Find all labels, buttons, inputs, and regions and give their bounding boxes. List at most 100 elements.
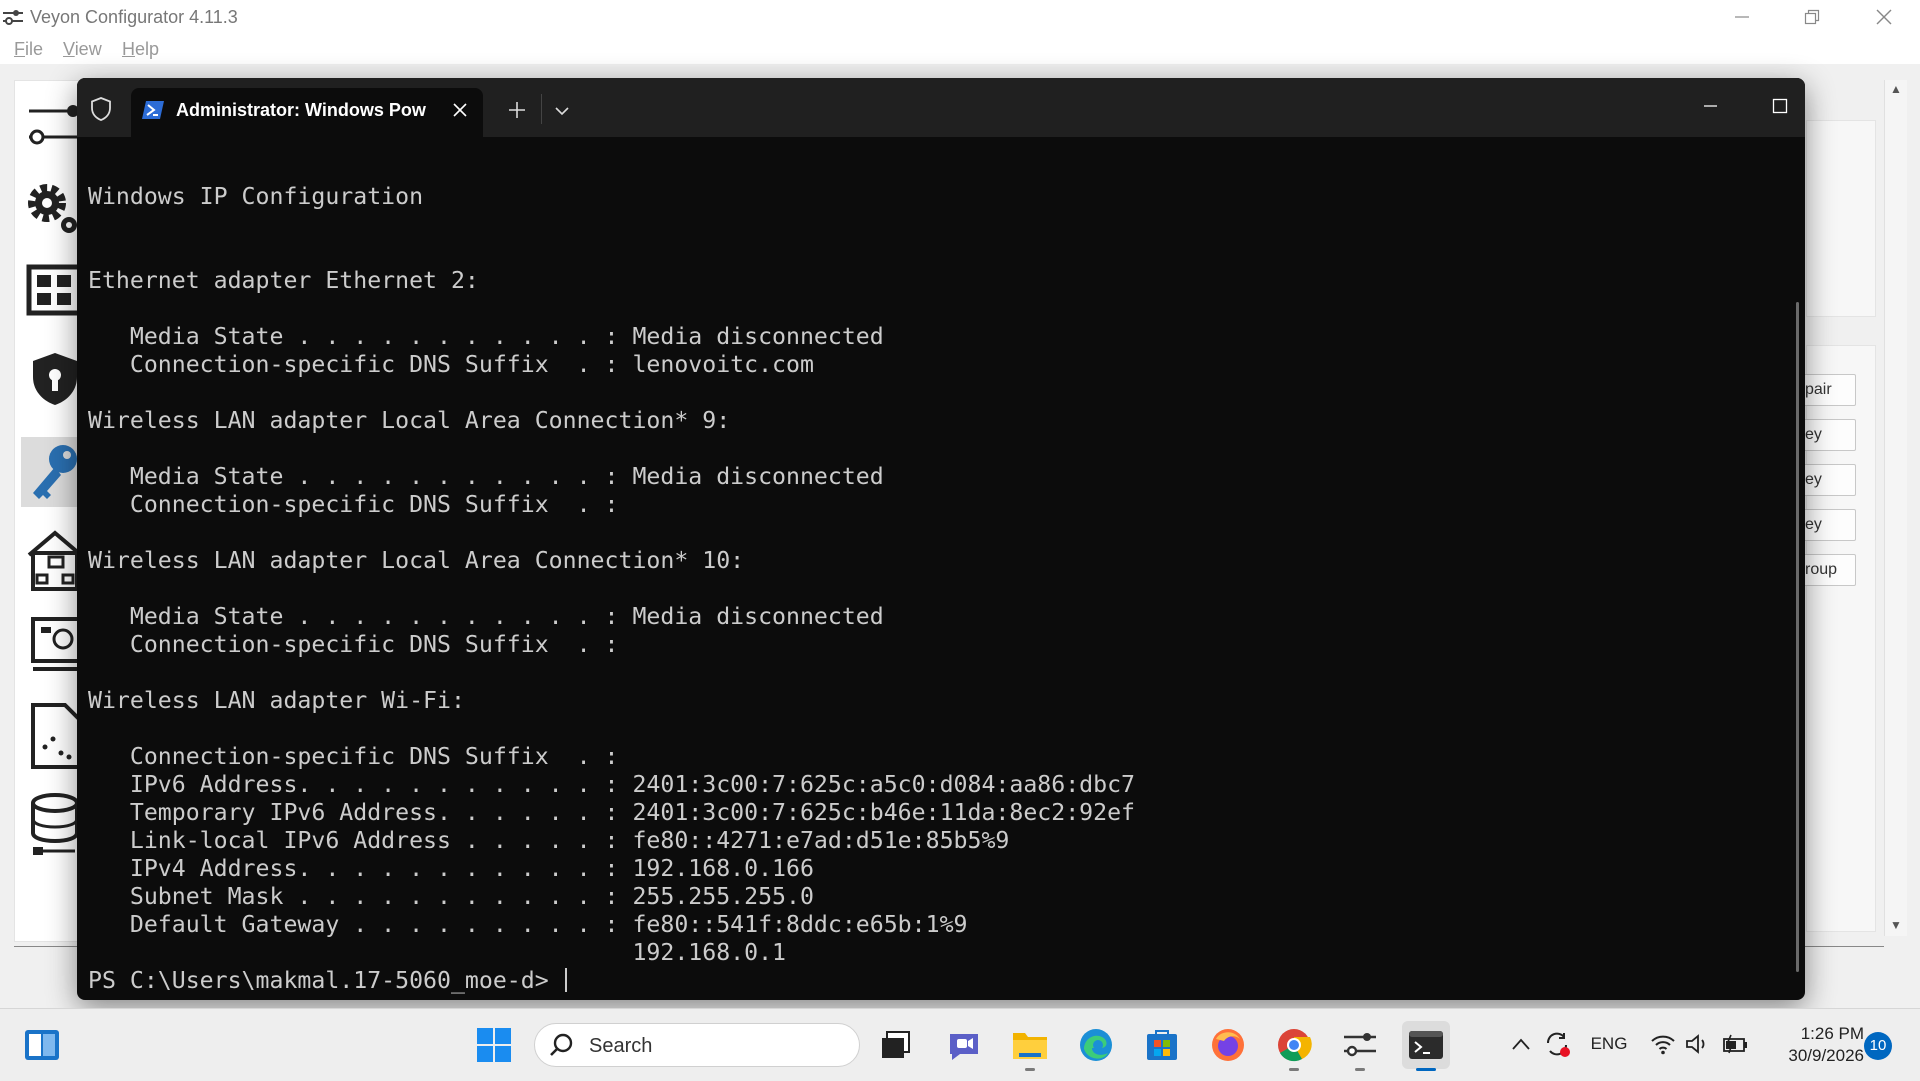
- shield-lock-icon: [33, 353, 77, 405]
- database-icon: [31, 793, 79, 855]
- terminal-line: Default Gateway . . . . . . . . . : fe80…: [88, 911, 968, 938]
- running-indicator: [1025, 1068, 1035, 1071]
- clock-date: 30/9/2026: [1788, 1046, 1864, 1065]
- ipconfig-output: Windows IP Configuration Ethernet adapte…: [88, 137, 1789, 995]
- menu-view[interactable]: View: [63, 39, 102, 60]
- sidebar-item-access-control[interactable]: [25, 349, 85, 419]
- wifi-icon: [1651, 1035, 1675, 1055]
- clock-time: 1:26 PM: [1800, 1024, 1864, 1043]
- input-language[interactable]: ENG: [1584, 1029, 1634, 1059]
- speaker-icon: [1686, 1034, 1705, 1054]
- terminal-window: Administrator: Windows PowerShell Window…: [77, 78, 1805, 1000]
- terminal-line: Connection-specific DNS Suffix . : lenov…: [88, 351, 814, 378]
- task-view-icon: [882, 1031, 910, 1058]
- search-placeholder: Search: [589, 1035, 653, 1057]
- document-chart-icon: [31, 703, 81, 769]
- veyon-content-panel: [1806, 120, 1876, 317]
- terminal-scrollbar[interactable]: [1796, 302, 1799, 972]
- file-explorer-button[interactable]: [1006, 1021, 1054, 1071]
- folder-icon: [1013, 1033, 1047, 1059]
- veyon-sidebar: [14, 80, 91, 942]
- veyon-minimize-button[interactable]: [1720, 4, 1764, 30]
- chrome-button[interactable]: [1270, 1021, 1318, 1071]
- tab-dropdown-button[interactable]: [547, 96, 577, 126]
- terminal-line: Connection-specific DNS Suffix . :: [88, 631, 619, 658]
- terminal-minimize-button[interactable]: [1686, 90, 1734, 122]
- veyon-taskbar-button[interactable]: [1336, 1021, 1384, 1071]
- veyon-menu-bar: File View Help: [0, 34, 1920, 64]
- volume-status[interactable]: [1682, 1029, 1712, 1059]
- teams-chat-button[interactable]: [940, 1021, 988, 1069]
- edge-browser-button[interactable]: [1072, 1021, 1120, 1069]
- key-icon: [33, 445, 77, 499]
- gear-icon: [28, 184, 77, 233]
- restore-icon: [1804, 9, 1820, 25]
- close-icon: [1876, 9, 1892, 25]
- tab-close-button[interactable]: [447, 97, 473, 123]
- terminal-output[interactable]: Windows IP Configuration Ethernet adapte…: [88, 137, 1789, 1000]
- terminal-line: IPv4 Address. . . . . . . . . . . : 192.…: [88, 855, 814, 882]
- terminal-tab[interactable]: Administrator: Windows PowerShell: [131, 88, 483, 137]
- sidebar-item-screenshots[interactable]: [25, 615, 85, 685]
- sliders-icon: [1344, 1033, 1376, 1057]
- admin-shield-icon: [91, 97, 111, 121]
- sidebar-item-general[interactable]: [25, 95, 85, 165]
- running-indicator: [1355, 1068, 1365, 1071]
- microsoft-store-button[interactable]: [1138, 1021, 1186, 1069]
- firefox-button[interactable]: [1204, 1021, 1252, 1069]
- veyon-scrollbar[interactable]: ▲ ▼: [1884, 80, 1907, 936]
- veyon-window-title: Veyon Configurator 4.11.3: [30, 7, 238, 27]
- sidebar-item-demo-server[interactable]: [25, 701, 85, 771]
- terminal-line: Media State . . . . . . . . . . . : Medi…: [88, 463, 884, 490]
- sidebar-item-computer[interactable]: [25, 173, 85, 243]
- sync-error-icon: [1546, 1032, 1570, 1057]
- notification-badge[interactable]: 10: [1864, 1032, 1892, 1060]
- widgets-button[interactable]: [18, 1021, 66, 1069]
- new-tab-button[interactable]: [502, 95, 532, 125]
- veyon-app-icon: [3, 10, 23, 25]
- chevron-up-icon: [1512, 1038, 1530, 1050]
- maximize-icon: [1772, 98, 1788, 114]
- terminal-line: Connection-specific DNS Suffix . :: [88, 491, 619, 518]
- battery-status[interactable]: [1718, 1029, 1752, 1059]
- veyon-close-button[interactable]: [1862, 4, 1906, 30]
- scroll-down-arrow-icon[interactable]: ▼: [1889, 918, 1903, 932]
- terminal-line: Windows IP Configuration: [88, 183, 424, 210]
- running-indicator: [1289, 1068, 1299, 1071]
- chrome-icon: [1278, 1029, 1312, 1062]
- veyon-title-bar: Veyon Configurator 4.11.3: [0, 0, 1920, 34]
- terminal-taskbar-button[interactable]: [1402, 1021, 1450, 1071]
- text-cursor: [564, 968, 567, 992]
- start-button[interactable]: [470, 1021, 518, 1069]
- minimize-icon: [1735, 16, 1749, 18]
- windows-logo-icon: [477, 1028, 511, 1062]
- terminal-maximize-button[interactable]: [1755, 90, 1803, 122]
- terminal-line: Ethernet adapter Ethernet 2:: [88, 267, 479, 294]
- terminal-line: IPv6 Address. . . . . . . . . . . : 2401…: [88, 771, 1136, 798]
- screenshot-icon: [31, 617, 81, 671]
- menu-file[interactable]: File: [14, 39, 43, 60]
- show-hidden-icons-button[interactable]: [1508, 1029, 1534, 1059]
- tab-separator: [541, 94, 542, 124]
- taskbar-search-box[interactable]: Search: [534, 1023, 860, 1067]
- sidebar-item-locations[interactable]: [25, 525, 85, 595]
- task-view-button[interactable]: [872, 1021, 920, 1069]
- terminal-line: Wireless LAN adapter Local Area Connecti…: [88, 547, 745, 574]
- scroll-up-arrow-icon[interactable]: ▲: [1889, 82, 1903, 96]
- menu-help[interactable]: Help: [122, 39, 159, 60]
- terminal-line: Link-local IPv6 Address . . . . . : fe80…: [88, 827, 1010, 854]
- sync-status-button[interactable]: [1540, 1029, 1574, 1059]
- veyon-restore-button[interactable]: [1790, 4, 1834, 30]
- grid-icon: [26, 264, 84, 316]
- terminal-line: 192.168.0.1: [88, 939, 787, 966]
- active-indicator: [1416, 1068, 1436, 1071]
- battery-charging-icon: [1723, 1034, 1747, 1054]
- wifi-status[interactable]: [1648, 1029, 1678, 1059]
- network-computers-icon: [27, 530, 83, 591]
- system-clock[interactable]: 1:26 PM 30/9/2026: [1764, 1023, 1864, 1067]
- terminal-line: Media State . . . . . . . . . . . : Medi…: [88, 323, 884, 350]
- terminal-line: Media State . . . . . . . . . . . : Medi…: [88, 603, 884, 630]
- terminal-tab-bar: Administrator: Windows PowerShell: [77, 78, 1805, 137]
- sidebar-item-master[interactable]: [25, 261, 85, 331]
- sidebar-item-ldap[interactable]: [25, 789, 85, 859]
